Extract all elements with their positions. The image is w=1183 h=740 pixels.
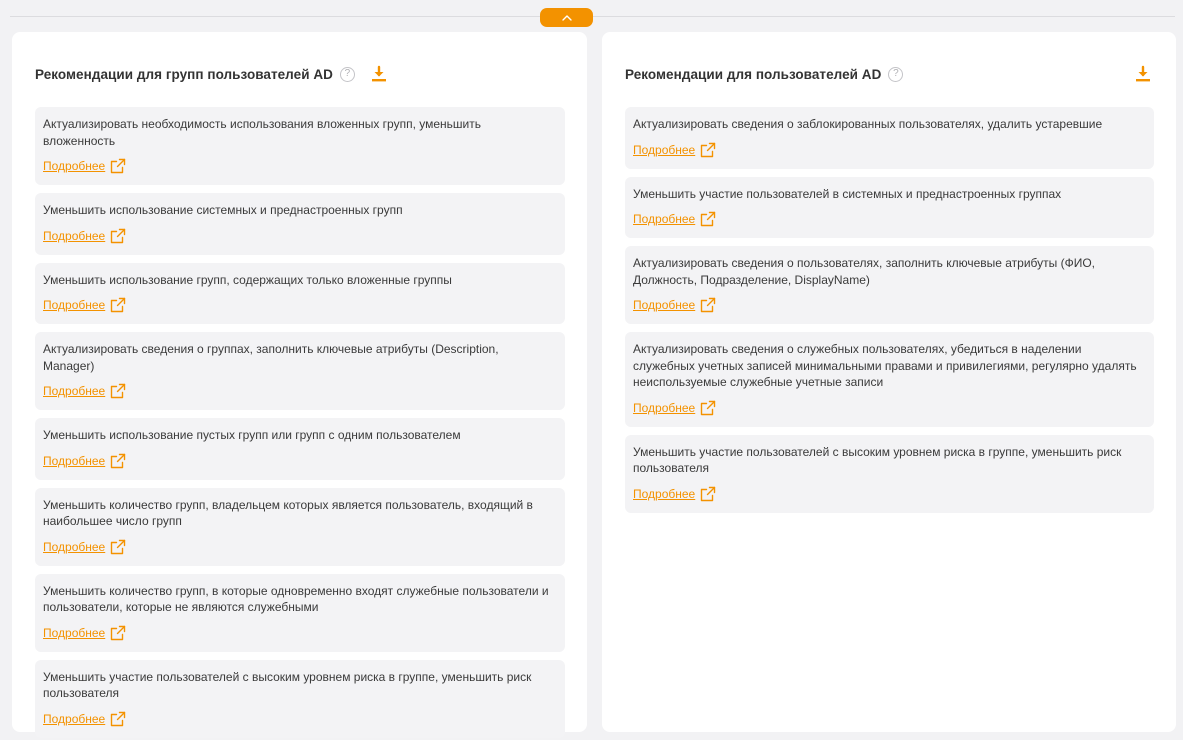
recommendation-text: Актуализировать сведения о заблокированн…: [633, 117, 1103, 131]
external-link-icon: [700, 486, 716, 502]
recommendation-card: Актуализировать сведения о заблокированн…: [625, 107, 1154, 169]
details-link-label: Подробнее: [633, 142, 696, 157]
details-link[interactable]: Подробнее: [633, 297, 716, 313]
recommendation-text: Актуализировать необходимость использова…: [43, 117, 481, 148]
panel-header: Рекомендации для групп пользователей AD …: [35, 61, 565, 87]
recommendation-text: Актуализировать сведения о служебных пол…: [633, 342, 1137, 389]
details-link[interactable]: Подробнее: [43, 228, 126, 244]
details-link[interactable]: Подробнее: [633, 211, 716, 227]
details-link[interactable]: Подробнее: [43, 625, 126, 641]
recommendation-card: Уменьшить использование групп, содержащи…: [35, 262, 565, 324]
details-link[interactable]: Подробнее: [43, 383, 126, 399]
details-link[interactable]: Подробнее: [43, 453, 126, 469]
details-link-label: Подробнее: [633, 298, 696, 312]
recommendation-text: Уменьшить количество групп, владельцем к…: [43, 497, 533, 529]
external-link-icon: [110, 297, 126, 313]
details-link-label: Подробнее: [43, 625, 106, 640]
details-link-label: Подробнее: [633, 400, 696, 415]
recommendation-text: Уменьшить использование групп, содержащи…: [43, 272, 452, 287]
recommendation-card: Актуализировать сведения о служебных пол…: [625, 332, 1154, 427]
external-link-icon: [110, 711, 126, 727]
recommendation-card: Уменьшить количество групп, в которые од…: [35, 573, 565, 652]
collapse-toggle-button[interactable]: [540, 8, 593, 27]
details-link-label: Подробнее: [633, 212, 696, 226]
recommendation-card: Актуализировать сведения о пользователях…: [625, 246, 1154, 324]
external-link-icon: [700, 142, 716, 158]
details-link-label: Подробнее: [43, 384, 106, 398]
external-link-icon: [110, 453, 126, 469]
recommendation-text: Уменьшить количество групп, в которые од…: [43, 583, 549, 615]
recommendation-text: Уменьшить использование пустых групп или…: [43, 428, 461, 442]
download-icon[interactable]: [368, 63, 390, 85]
panel-title: Рекомендации для групп пользователей AD: [35, 66, 333, 82]
external-link-icon: [110, 625, 126, 641]
details-link-label: Подробнее: [43, 298, 106, 312]
external-link-icon: [110, 158, 126, 174]
external-link-icon: [700, 400, 716, 416]
details-link[interactable]: Подробнее: [633, 486, 716, 502]
recommendation-text: Уменьшить участие пользователей с высоки…: [43, 669, 532, 701]
recommendation-text: Уменьшить участие пользователей с высоки…: [633, 444, 1122, 476]
external-link-icon: [110, 228, 126, 244]
recommendation-card: Уменьшить использование системных и пред…: [35, 193, 565, 255]
recommendation-text: Уменьшить участие пользователей в систем…: [633, 186, 1062, 201]
question-icon[interactable]: ?: [339, 66, 355, 82]
details-link-label: Подробнее: [43, 539, 106, 554]
details-link[interactable]: Подробнее: [633, 142, 716, 158]
recommendation-card: Уменьшить использование пустых групп или…: [35, 418, 565, 480]
details-link[interactable]: Подробнее: [43, 158, 126, 174]
details-link-label: Подробнее: [43, 453, 106, 468]
details-link-label: Подробнее: [43, 711, 106, 726]
chevron-up-icon: [561, 14, 572, 21]
recommendation-list: Актуализировать необходимость использова…: [35, 107, 565, 738]
recommendation-card: Уменьшить участие пользователей в систем…: [625, 176, 1154, 238]
panel-title: Рекомендации для пользователей AD: [625, 66, 882, 82]
details-link-label: Подробнее: [633, 486, 696, 501]
details-link-label: Подробнее: [43, 159, 106, 173]
question-icon[interactable]: ?: [888, 66, 904, 82]
details-link-label: Подробнее: [43, 228, 106, 243]
recommendation-text: Уменьшить использование системных и пред…: [43, 203, 403, 217]
recommendation-card: Актуализировать сведения о группах, запо…: [35, 332, 565, 410]
external-link-icon: [700, 297, 716, 313]
recommendation-text: Актуализировать сведения о пользователях…: [633, 256, 1096, 287]
details-link[interactable]: Подробнее: [43, 711, 126, 727]
details-link[interactable]: Подробнее: [43, 297, 126, 313]
external-link-icon: [700, 211, 716, 227]
details-link[interactable]: Подробнее: [633, 400, 716, 416]
panel-header: Рекомендации для пользователей AD ?: [625, 61, 1154, 87]
recommendation-card: Уменьшить количество групп, владельцем к…: [35, 487, 565, 566]
external-link-icon: [110, 539, 126, 555]
external-link-icon: [110, 383, 126, 399]
recommendation-text: Актуализировать сведения о группах, запо…: [43, 342, 499, 373]
details-link[interactable]: Подробнее: [43, 539, 126, 555]
user-recommendations-panel: Рекомендации для пользователей AD ? Акту…: [602, 32, 1176, 732]
download-icon[interactable]: [1132, 63, 1154, 85]
recommendation-card: Уменьшить участие пользователей с высоки…: [625, 434, 1154, 513]
recommendation-card: Уменьшить участие пользователей с высоки…: [35, 659, 565, 738]
group-recommendations-panel: Рекомендации для групп пользователей AD …: [12, 32, 587, 738]
recommendation-list: Актуализировать сведения о заблокированн…: [625, 107, 1154, 513]
recommendation-card: Актуализировать необходимость использова…: [35, 107, 565, 185]
